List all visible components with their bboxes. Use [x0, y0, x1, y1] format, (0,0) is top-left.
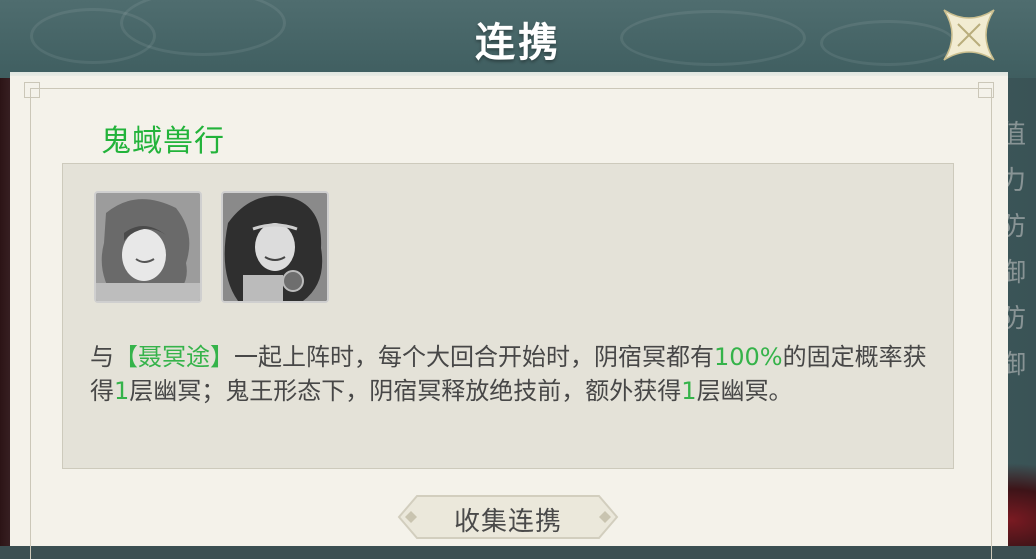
- combo-description: 与【聂冥途】一起上阵时，每个大回合开始时，阴宿冥都有100%的固定概率获得1层幽…: [90, 340, 940, 408]
- frame-corner-ornament: [24, 82, 40, 98]
- close-button[interactable]: [938, 4, 1000, 66]
- combo-title: 鬼蜮兽行: [101, 124, 225, 159]
- number-highlight: 1: [681, 377, 697, 405]
- hero-portrait-icon: [96, 193, 200, 301]
- collect-combo-button[interactable]: 收集连携: [395, 492, 621, 542]
- desc-text: 层幽冥；鬼王形态下，阴宿冥释放绝技前，额外获得: [129, 377, 682, 405]
- hero-portrait-2[interactable]: [221, 191, 329, 303]
- frame-corner-ornament: [978, 82, 994, 98]
- desc-text: 一起上阵时，每个大回合开始时，阴宿冥都有: [234, 343, 714, 371]
- desc-text: 层幽冥。: [696, 377, 793, 405]
- number-highlight: 1: [114, 377, 130, 405]
- dialog-header: 连携: [0, 0, 1036, 78]
- hero-name-highlight: 【聂冥途】: [114, 343, 234, 371]
- dialog-title: 连携: [475, 20, 561, 66]
- percent-highlight: 100%: [714, 343, 783, 371]
- desc-text: 与: [90, 343, 114, 371]
- hero-portrait-icon: [223, 193, 327, 301]
- hero-portrait-1[interactable]: [94, 191, 202, 303]
- collect-button-label: 收集连携: [453, 507, 562, 537]
- close-x-icon: [943, 9, 995, 61]
